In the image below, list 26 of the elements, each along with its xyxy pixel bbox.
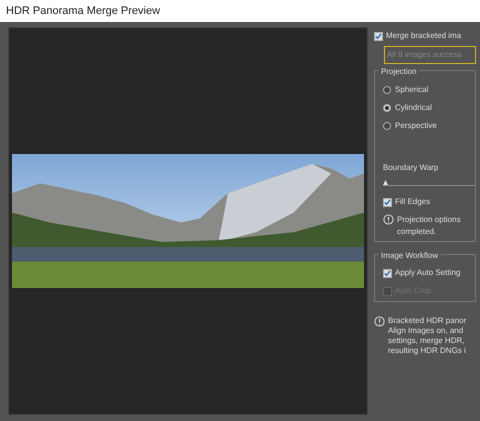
checkmark-icon [375, 32, 382, 40]
group-title: Projection [378, 66, 420, 78]
note-text: Align Images on, and [388, 326, 464, 336]
projection-radio[interactable]: Spherical [383, 84, 475, 96]
checkmark-icon [384, 198, 391, 206]
fill-edges-label: Fill Edges [395, 196, 430, 208]
slider-label: Boundary Warp [383, 162, 440, 174]
note-text: resulting HDR DNGs i [388, 346, 466, 356]
projection-radio[interactable]: Perspective [383, 120, 475, 132]
workflow-label: Apply Auto Setting [395, 267, 460, 279]
slider-thumb[interactable] [383, 180, 388, 185]
info-text: completed. [397, 226, 438, 238]
checkbox[interactable] [374, 32, 383, 40]
slider-track[interactable] [383, 180, 475, 186]
note-text: settings, merge HDR, [388, 336, 466, 346]
projection-radio[interactable]: Cylindrical [383, 102, 475, 114]
group-title: Image Workflow [378, 250, 442, 262]
note-text: Bracketed HDR panor [388, 316, 466, 326]
info-text: Projection options [397, 214, 461, 226]
checkbox[interactable] [383, 268, 392, 278]
checkmark-icon [384, 270, 391, 276]
info-icon [374, 316, 385, 327]
info-icon [383, 214, 394, 225]
merge-label: Merge bracketed ima [386, 30, 462, 42]
checkbox[interactable] [383, 198, 392, 206]
window-title: HDR Panorama Merge Preview [6, 4, 160, 19]
